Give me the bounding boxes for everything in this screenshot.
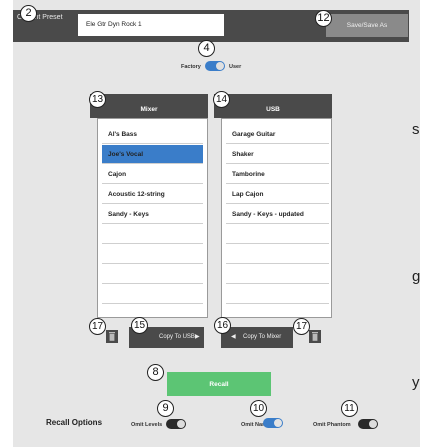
mixer-list-item-empty[interactable] (102, 245, 203, 264)
mixer-list: Al's Bass Joe's Vocal Cajon Acoustic 12-… (97, 118, 208, 318)
trash-icon (109, 332, 115, 341)
mixer-list-item[interactable]: Acoustic 12-string (102, 185, 203, 204)
callout-badge-12: 12 (315, 10, 332, 27)
usb-delete-button[interactable] (309, 330, 321, 343)
usb-list-item[interactable]: Garage Guitar (226, 125, 329, 144)
callout-badge-17: 17 (89, 318, 106, 335)
mixer-list-item-empty[interactable] (102, 225, 203, 244)
omit-phantom-label: Omit Phantom (313, 422, 351, 428)
side-text-fragment: y (412, 374, 420, 391)
side-text-fragment: s (412, 121, 420, 138)
side-text-fragment: g (412, 268, 421, 285)
mixer-list-item[interactable]: Sandy - Keys (102, 205, 203, 224)
callout-badge-15: 15 (131, 317, 148, 334)
toggle-knob (369, 420, 377, 428)
usb-list-item[interactable]: Sandy - Keys - updated (226, 205, 329, 224)
usb-list-item-empty[interactable] (226, 265, 329, 284)
mixer-list-item-empty[interactable] (102, 265, 203, 284)
copy-to-mixer-label: Copy To Mixer (243, 334, 282, 340)
usb-list-header: USB (214, 94, 332, 118)
toggle-knob (216, 62, 224, 70)
callout-badge-17: 17 (293, 318, 310, 335)
callout-badge-2: 2 (20, 5, 37, 22)
omit-name-toggle[interactable] (263, 418, 283, 428)
callout-badge-13: 13 (89, 91, 106, 108)
callout-badge-8: 8 (147, 364, 164, 381)
usb-list-item[interactable]: Shaker (226, 145, 329, 164)
copy-to-usb-label: Copy To USB (159, 334, 195, 340)
callout-badge-11: 11 (341, 400, 358, 417)
omit-phantom-toggle[interactable] (358, 419, 378, 429)
arrow-right-icon: ▶ (195, 334, 200, 340)
usb-list-item[interactable]: Tamborine (226, 165, 329, 184)
mixer-list-item-selected[interactable]: Joe's Vocal (102, 145, 203, 164)
copy-to-mixer-button[interactable]: ◀ Copy To Mixer (221, 327, 293, 348)
callout-badge-10: 10 (250, 400, 267, 417)
usb-list-item-empty[interactable] (226, 285, 329, 304)
arrow-left-icon: ◀ (231, 334, 236, 340)
recall-options-label: Recall Options (46, 418, 103, 427)
usb-list-item-empty[interactable] (226, 225, 329, 244)
mixer-delete-button[interactable] (106, 330, 118, 343)
preset-manager-screen: Current Preset Ele Gtr Dyn Rock 1 Save/S… (0, 0, 422, 447)
factory-user-toggle[interactable] (205, 61, 225, 71)
omit-levels-toggle[interactable] (166, 419, 186, 429)
save-as-button[interactable]: Save/Save As (326, 14, 408, 37)
toggle-knob (274, 419, 282, 427)
user-label: User (229, 64, 242, 70)
callout-badge-14: 14 (213, 91, 230, 108)
mixer-list-item[interactable]: Al's Bass (102, 125, 203, 144)
recall-button[interactable]: Recall (167, 372, 271, 396)
callout-badge-4: 4 (198, 40, 215, 57)
usb-list: Garage Guitar Shaker Tamborine Lap Cajon… (221, 118, 332, 318)
usb-list-item-empty[interactable] (226, 245, 329, 264)
preset-name-field[interactable]: Ele Gtr Dyn Rock 1 (78, 14, 224, 36)
callout-badge-16: 16 (214, 317, 231, 334)
omit-levels-label: Omit Levels (131, 422, 163, 428)
callout-badge-9: 9 (157, 400, 174, 417)
toggle-knob (177, 420, 185, 428)
factory-label: Factory (181, 64, 201, 70)
mixer-list-item-empty[interactable] (102, 285, 203, 304)
mixer-list-header: Mixer (90, 94, 208, 118)
usb-list-item[interactable]: Lap Cajon (226, 185, 329, 204)
trash-icon (312, 332, 318, 341)
mixer-list-item[interactable]: Cajon (102, 165, 203, 184)
